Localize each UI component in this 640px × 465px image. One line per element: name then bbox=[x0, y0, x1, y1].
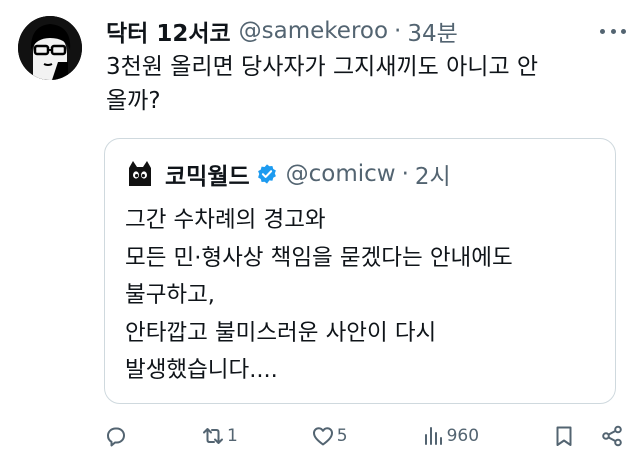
verified-badge-icon bbox=[256, 163, 278, 185]
avatar-image bbox=[18, 16, 82, 80]
quote-timestamp[interactable]: 2시 bbox=[415, 157, 451, 191]
bookmark-icon bbox=[556, 426, 572, 446]
more-icon[interactable] bbox=[600, 22, 626, 40]
action-bar-right bbox=[552, 424, 624, 448]
tweet-text: 3천원 올리면 당사자가 그지새끼도 아니고 안 올까? bbox=[106, 54, 539, 114]
views-icon bbox=[424, 427, 442, 445]
like-count: 5 bbox=[336, 426, 348, 446]
quote-tweet-card[interactable]: 코믹월드 @comicw · 2시 그간 수차례의 경고와 모든 민·형사상 책… bbox=[104, 138, 616, 404]
views-button[interactable]: 960 bbox=[421, 424, 479, 448]
author-handle[interactable]: @samekeroo bbox=[239, 18, 388, 44]
avatar[interactable] bbox=[18, 16, 82, 80]
reply-button[interactable] bbox=[104, 424, 128, 448]
quote-author-handle[interactable]: @comicw bbox=[286, 161, 396, 187]
retweet-count: 1 bbox=[226, 426, 238, 446]
views-count: 960 bbox=[446, 426, 480, 446]
author-name[interactable]: 닥터 12서코 bbox=[106, 14, 231, 48]
quote-avatar bbox=[125, 159, 155, 189]
share-icon bbox=[602, 425, 622, 447]
quote-author-name[interactable]: 코믹월드 bbox=[165, 157, 250, 191]
reply-icon bbox=[107, 427, 125, 447]
like-button[interactable]: 5 bbox=[311, 424, 348, 448]
timestamp[interactable]: 34분 bbox=[407, 14, 457, 48]
action-bar: 1 5 960 bbox=[104, 420, 624, 452]
quote-header: 코믹월드 @comicw · 2시 bbox=[125, 157, 605, 191]
quote-text: 그간 수차례의 경고와 모든 민·형사상 책임을 묻겠다는 안내에도 불구하고,… bbox=[125, 207, 513, 383]
retweet-icon bbox=[202, 428, 223, 444]
heart-icon bbox=[312, 427, 333, 446]
cat-logo-icon bbox=[129, 161, 151, 186]
quote-separator-dot: · bbox=[401, 161, 409, 187]
share-button[interactable] bbox=[600, 424, 624, 448]
separator-dot: · bbox=[394, 18, 402, 44]
tweet-header: 닥터 12서코 @samekeroo · 34분 bbox=[106, 14, 584, 48]
retweet-button[interactable]: 1 bbox=[201, 424, 238, 448]
bookmark-button[interactable] bbox=[552, 424, 576, 448]
